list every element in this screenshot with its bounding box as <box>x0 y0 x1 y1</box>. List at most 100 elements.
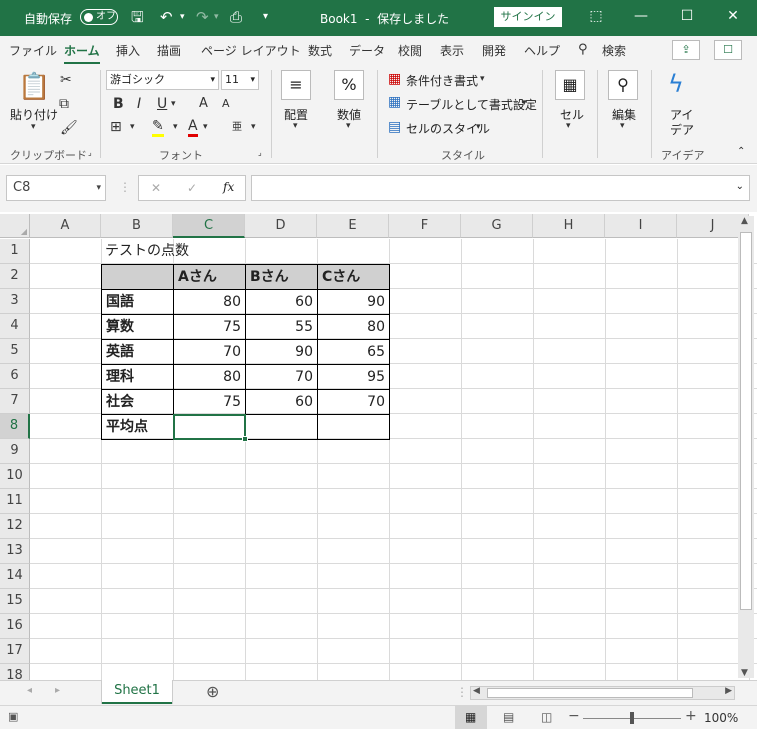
borders-dropdown-icon[interactable]: ▾ <box>130 122 135 132</box>
zoom-in-icon[interactable]: + <box>685 708 697 724</box>
tab-insert[interactable]: 挿入 <box>116 42 140 59</box>
page-layout-view-icon[interactable]: ▤ <box>503 710 514 724</box>
font-size-select[interactable]: 11 ▾ <box>221 70 259 90</box>
paste-label[interactable]: 貼り付け <box>10 106 58 123</box>
grow-font-button[interactable]: A <box>199 96 208 111</box>
cells-dropdown-icon[interactable]: ▾ <box>566 121 571 131</box>
cell-c4[interactable]: 75 <box>173 314 246 340</box>
formula-input[interactable]: ⌄ <box>251 175 750 201</box>
name-box[interactable]: C8 ▾ <box>6 175 106 201</box>
prev-sheet-icon[interactable]: ◂ <box>27 685 32 696</box>
alignment-dropdown-icon[interactable]: ▾ <box>293 121 298 131</box>
format-painter-icon[interactable]: 🖌 <box>60 120 78 136</box>
cell-c2[interactable]: Aさん <box>173 264 246 290</box>
row-header-7[interactable]: 7 <box>0 389 30 414</box>
print-preview-icon[interactable]: ⎙ <box>230 8 242 26</box>
row-header-18[interactable]: 18 <box>0 664 30 680</box>
tab-developer[interactable]: 開発 <box>482 42 506 59</box>
tab-page-layout[interactable]: ページ レイアウト <box>201 42 301 59</box>
cell-e3[interactable]: 90 <box>317 289 390 315</box>
vertical-scroll-thumb[interactable] <box>740 232 752 610</box>
row-header-3[interactable]: 3 <box>0 289 30 314</box>
normal-view-button[interactable]: ▦ <box>455 706 487 729</box>
phonetic-dropdown-icon[interactable]: ▾ <box>251 122 256 132</box>
cell-d5[interactable]: 90 <box>245 339 318 365</box>
cell-b2[interactable] <box>101 264 174 290</box>
signin-button[interactable]: サインイン <box>494 7 562 27</box>
font-color-button[interactable]: A <box>188 118 198 137</box>
font-color-dropdown-icon[interactable]: ▾ <box>203 122 208 132</box>
search-icon[interactable]: ⚲ <box>578 42 588 57</box>
tab-file[interactable]: ファイル <box>9 42 57 59</box>
cell-d2[interactable]: Bさん <box>245 264 318 290</box>
page-break-view-icon[interactable]: ◫ <box>541 710 552 724</box>
cell-c6[interactable]: 80 <box>173 364 246 390</box>
row-header-9[interactable]: 9 <box>0 439 30 464</box>
scroll-down-icon[interactable]: ▼ <box>741 668 748 678</box>
tab-help[interactable]: ヘルプ <box>524 42 560 59</box>
insert-function-icon[interactable]: fx <box>223 180 234 194</box>
row-header-12[interactable]: 12 <box>0 514 30 539</box>
cell-b3[interactable]: 国語 <box>101 289 174 315</box>
cell-d6[interactable]: 70 <box>245 364 318 390</box>
ideas-icon[interactable]: ϟ <box>668 70 684 98</box>
cell-e5[interactable]: 65 <box>317 339 390 365</box>
cell-d3[interactable]: 60 <box>245 289 318 315</box>
scroll-right-icon[interactable]: ▶ <box>725 686 732 696</box>
row-header-4[interactable]: 4 <box>0 314 30 339</box>
number-dropdown-icon[interactable]: ▾ <box>346 121 351 131</box>
column-header-d[interactable]: D <box>245 214 317 238</box>
customize-toolbar-icon[interactable]: ▾ <box>263 8 268 26</box>
cell-e8[interactable] <box>317 414 390 440</box>
cell-b6[interactable]: 理科 <box>101 364 174 390</box>
cell-e6[interactable]: 95 <box>317 364 390 390</box>
row-header-15[interactable]: 15 <box>0 589 30 614</box>
number-format-icon[interactable]: % <box>334 70 364 100</box>
cell-b7[interactable]: 社会 <box>101 389 174 415</box>
redo-icon[interactable]: ↷ <box>196 8 209 26</box>
row-header-14[interactable]: 14 <box>0 564 30 589</box>
format-as-table-button[interactable]: テーブルとして書式設定 <box>406 96 537 113</box>
tab-view[interactable]: 表示 <box>440 42 464 59</box>
row-header-5[interactable]: 5 <box>0 339 30 364</box>
next-sheet-icon[interactable]: ▸ <box>55 685 60 696</box>
tab-review[interactable]: 校閲 <box>398 42 422 59</box>
ideas-label-line2[interactable]: デア <box>670 121 694 138</box>
paste-dropdown-icon[interactable]: ▾ <box>31 122 36 132</box>
cell-styles-icon[interactable]: ▤ <box>388 119 401 135</box>
phonetic-icon[interactable]: 亜 <box>232 118 242 133</box>
paste-icon[interactable]: 📋 <box>18 72 50 104</box>
undo-dropdown-icon[interactable]: ▾ <box>180 8 185 26</box>
row-header-13[interactable]: 13 <box>0 539 30 564</box>
horizontal-scroll-thumb[interactable] <box>487 688 693 698</box>
new-sheet-icon[interactable]: ⊕ <box>206 682 219 701</box>
cell-styles-dropdown-icon[interactable]: ▾ <box>476 122 481 132</box>
format-as-table-icon[interactable]: ▦ <box>388 94 401 110</box>
borders-icon[interactable]: ⊞ <box>110 119 122 135</box>
clipboard-launcher-icon[interactable]: ⌟ <box>88 148 92 157</box>
column-header-e[interactable]: E <box>317 214 389 238</box>
tab-formulas[interactable]: 数式 <box>308 42 332 59</box>
column-header-c[interactable]: C <box>173 214 245 238</box>
cell-e7[interactable]: 70 <box>317 389 390 415</box>
column-header-a[interactable]: A <box>30 214 101 238</box>
tab-home[interactable]: ホーム <box>64 42 100 64</box>
editing-dropdown-icon[interactable]: ▾ <box>620 121 625 131</box>
horizontal-scrollbar[interactable]: ◀ ▶ <box>470 686 735 700</box>
column-header-b[interactable]: B <box>101 214 173 238</box>
cell-c5[interactable]: 70 <box>173 339 246 365</box>
cells-label[interactable]: セル <box>560 106 584 123</box>
vertical-scrollbar[interactable]: ▲ ▼ <box>738 216 754 678</box>
conditional-format-button[interactable]: 条件付き書式 <box>406 72 478 89</box>
copy-icon[interactable]: ⧉ <box>59 96 69 112</box>
cell-b8[interactable]: 平均点 <box>101 414 174 440</box>
cell-c7[interactable]: 75 <box>173 389 246 415</box>
cells-icon[interactable]: ▦ <box>555 70 585 100</box>
cell-d7[interactable]: 60 <box>245 389 318 415</box>
expand-formula-icon[interactable]: ⌄ <box>736 181 744 192</box>
zoom-out-icon[interactable]: − <box>568 708 580 724</box>
row-header-1[interactable]: 1 <box>0 239 30 264</box>
tab-data[interactable]: データ <box>349 42 385 59</box>
row-header-11[interactable]: 11 <box>0 489 30 514</box>
column-header-f[interactable]: F <box>389 214 461 238</box>
